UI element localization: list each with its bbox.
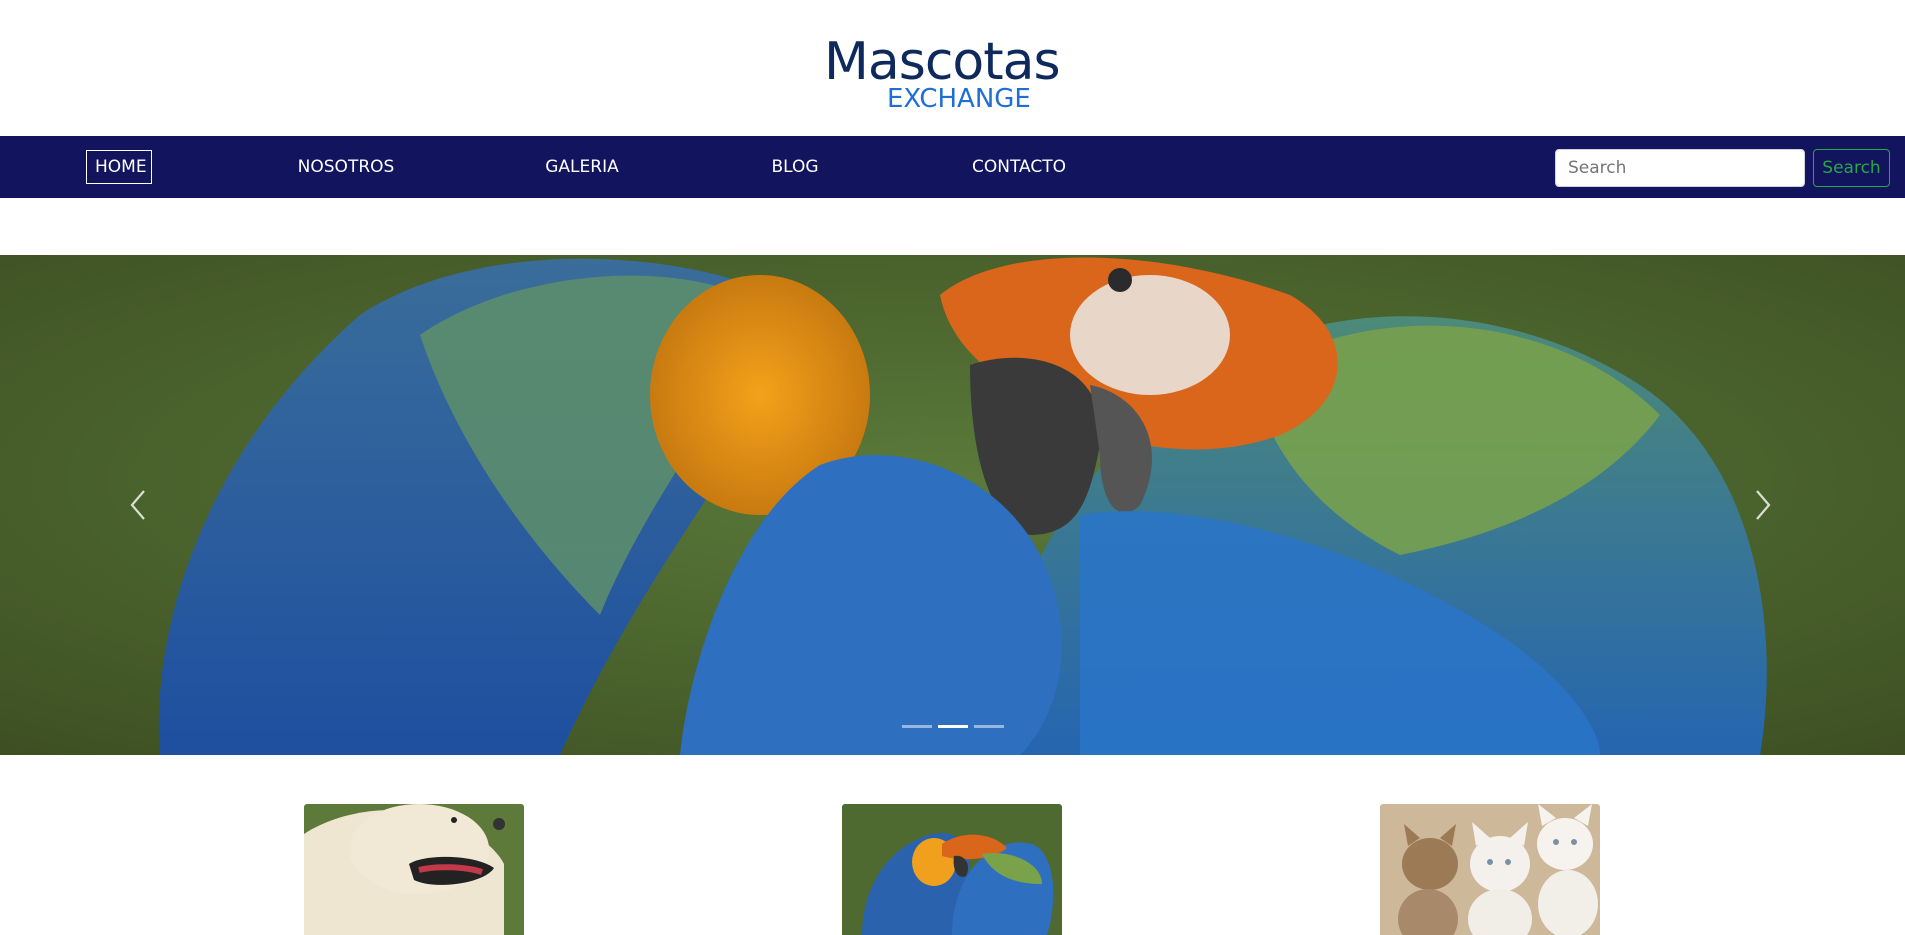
kittens-thumbnail-image [1380, 804, 1600, 935]
dog-logo-icon [960, 0, 1080, 124]
thumbnail-parrots[interactable] [842, 804, 1062, 935]
carousel-indicator[interactable] [973, 725, 1004, 728]
chevron-left-icon[interactable] [124, 485, 154, 525]
dog-thumbnail-image [304, 804, 524, 935]
carousel-slide-image [0, 255, 1905, 755]
carousel-indicator[interactable] [901, 725, 932, 728]
nav-galeria[interactable]: GALERIA [544, 150, 620, 184]
hero-carousel [0, 255, 1905, 755]
search-input[interactable] [1555, 149, 1805, 187]
nav-nosotros[interactable]: NOSOTROS [296, 150, 396, 184]
nav-blog[interactable]: BLOG [770, 150, 820, 184]
thumbnail-kittens[interactable] [1380, 804, 1600, 935]
main-navbar: HOME NOSOTROS GALERIA BLOG CONTACTO Sear… [0, 136, 1905, 198]
nav-home[interactable]: HOME [86, 150, 152, 184]
carousel-indicators [0, 725, 1905, 735]
nav-contacto[interactable]: CONTACTO [972, 150, 1066, 184]
thumbnail-dog[interactable] [304, 804, 524, 935]
site-header: Mascotas EXCHANGE [0, 0, 1905, 136]
search-button[interactable]: Search [1813, 149, 1890, 187]
carousel-indicator-active[interactable] [937, 725, 968, 728]
parrots-thumbnail-image [842, 804, 1062, 935]
site-logo[interactable]: Mascotas EXCHANGE [820, 0, 1080, 124]
chevron-right-icon[interactable] [1747, 485, 1777, 525]
